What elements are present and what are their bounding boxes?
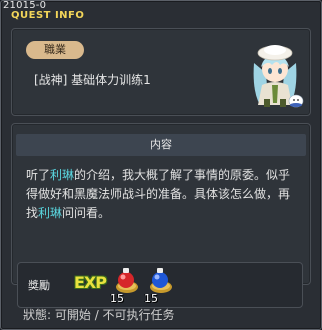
content-panel: 内容 听了利琳的介绍，我大概了解了事情的原委。似乎 得做好和黑魔法师战斗的准备。… xyxy=(11,123,311,308)
reward-item-blue-potion[interactable]: 15 xyxy=(144,265,176,305)
item-quantity: 15 xyxy=(110,292,124,305)
desc-text: 问问看。 xyxy=(62,206,111,220)
quest-description: 听了利琳的介绍，我大概了解了事情的原委。似乎 得做好和黑魔法师战斗的准备。具体该… xyxy=(26,166,300,223)
item-quantity: 15 xyxy=(144,292,158,305)
npc-name-link: 利琳 xyxy=(38,206,63,220)
reward-label: 獎勵 xyxy=(28,279,50,292)
window-title: QUEST INFO xyxy=(11,10,85,21)
quest-info-window: 21015-0 QUEST INFO 職業 [战神] 基础体力训练1 内容 听了… xyxy=(0,0,322,330)
desc-text: 听了 xyxy=(26,168,51,182)
job-panel: 職業 [战神] 基础体力训练1 xyxy=(11,28,311,116)
status-value: 可開始 / 不可执行任务 xyxy=(54,308,175,322)
exp-icon: EXP xyxy=(74,273,107,292)
npc-name-link: 利琳 xyxy=(50,168,75,182)
reward-box: 獎勵 EXP 15 15 xyxy=(17,262,303,308)
desc-text: 找 xyxy=(26,206,39,220)
status-label: 狀態: xyxy=(23,308,52,322)
desc-text: 的介绍，我大概了解了事情的原委。似乎 xyxy=(74,168,291,182)
reward-item-red-potion[interactable]: 15 xyxy=(110,265,142,305)
npc-portrait-icon xyxy=(253,45,304,108)
desc-text: 得做好和黑魔法师战斗的准备。具体该怎么做，再 xyxy=(26,187,291,201)
quest-status: 狀態: 可開始 / 不可执行任务 xyxy=(23,306,175,323)
content-heading: 内容 xyxy=(16,134,306,156)
quest-name: [战神] 基础体力训练1 xyxy=(34,73,151,87)
job-tag: 職業 xyxy=(26,41,84,59)
